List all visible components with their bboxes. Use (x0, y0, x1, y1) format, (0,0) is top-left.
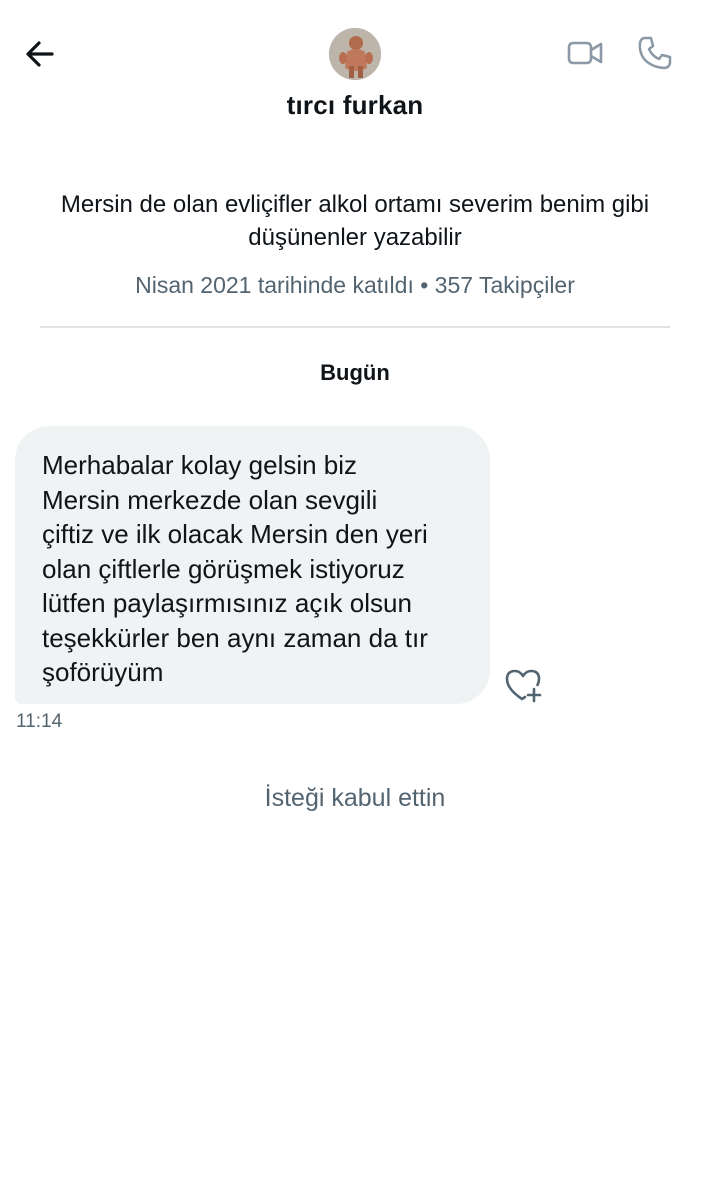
react-button[interactable] (503, 664, 543, 704)
video-call-button[interactable] (566, 34, 604, 72)
arrow-left-icon (26, 41, 54, 67)
profile-meta: Nisan 2021 tarihinde katıldı • 357 Takip… (135, 272, 575, 298)
divider (40, 326, 670, 328)
voice-call-button[interactable] (636, 34, 674, 72)
video-camera-icon (567, 41, 603, 65)
back-button[interactable] (22, 36, 58, 72)
day-separator: Bugün (320, 360, 390, 385)
contact-avatar[interactable] (329, 28, 381, 80)
user-avatar (329, 28, 381, 80)
contact-name[interactable]: tırcı furkan (0, 90, 710, 121)
header-actions (566, 34, 674, 72)
heart-plus-icon (505, 669, 542, 703)
message-timestamp: 11:14 (16, 711, 63, 732)
message-bubble[interactable]: Merhabalar kolay gelsin biz Mersin merke… (15, 426, 490, 704)
request-status: İsteği kabul ettin (264, 784, 446, 812)
phone-icon (638, 36, 672, 70)
profile-bio: Mersin de olan evliçifler alkol ortamı s… (60, 191, 650, 251)
